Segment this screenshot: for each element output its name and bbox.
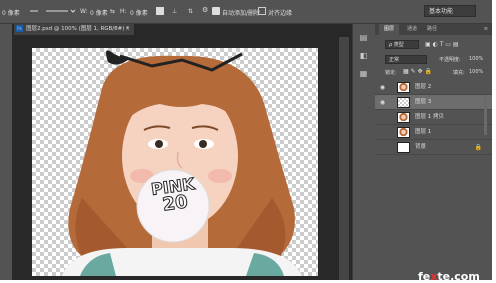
- tab-paths[interactable]: 路径: [427, 24, 437, 35]
- layers-list: ◉ 图层 2 ◉ 图层 3 图层 1 拷贝 图层 1 背景 🔒: [375, 80, 492, 160]
- align-edges-checkbox[interactable]: [258, 7, 266, 15]
- properties-icon[interactable]: ◧: [358, 50, 369, 61]
- layer-name: 图层 2: [415, 84, 432, 90]
- zoom-field[interactable]: 0 像素: [2, 8, 20, 17]
- layer-thumbnail: [397, 142, 410, 153]
- filter-icons[interactable]: ▣ ◐ T ▭ ▤: [425, 41, 459, 48]
- document-tab[interactable]: Ps 图层2.psd @ 100% (图层 1, RGB/8#) * ×: [14, 24, 134, 35]
- w-label: W:: [80, 8, 88, 15]
- path-ops-icon[interactable]: [156, 7, 164, 15]
- ps-file-icon: Ps: [16, 25, 23, 32]
- visibility-eye-icon[interactable]: [378, 128, 387, 137]
- canvas[interactable]: PINK 20: [32, 48, 318, 276]
- visibility-eye-icon[interactable]: ◉: [378, 83, 387, 92]
- kind-filter-dropdown[interactable]: ρ 类型: [385, 40, 419, 49]
- layer-row[interactable]: 背景 🔒: [375, 140, 492, 155]
- layers-panel: 图层 通道 路径 ≡ ρ 类型 ▣ ◐ T ▭ ▤ 正常 不透明度: 100% …: [375, 24, 492, 280]
- link-icon[interactable]: ⇆: [110, 8, 115, 15]
- path-align-icon[interactable]: ⊥: [172, 8, 177, 15]
- width-field[interactable]: 0 像素: [90, 8, 108, 17]
- watermark-suffix: te.com: [437, 270, 480, 283]
- fill-label: 填充:: [453, 70, 465, 76]
- workspace-dropdown[interactable]: 基本功能: [424, 5, 476, 17]
- auto-add-delete-checkbox[interactable]: [212, 7, 220, 15]
- layer-row[interactable]: 图层 1: [375, 125, 492, 140]
- layer-thumbnail: [397, 127, 410, 138]
- options-bar: 0 像素 W: 0 像素 ⇆ H: 0 像素 ⊥ ⇅ ⚙ 自动添加/删除 对齐边…: [0, 0, 492, 24]
- height-field[interactable]: 0 像素: [130, 8, 148, 17]
- watermark-prefix: fe: [418, 270, 431, 283]
- gear-icon[interactable]: ⚙: [202, 6, 208, 14]
- lock-label: 锁定:: [385, 70, 397, 76]
- watermark: fexte.com: [418, 270, 480, 283]
- tab-layers[interactable]: 图层: [379, 24, 400, 35]
- layer-row[interactable]: ◉ 图层 2: [375, 80, 492, 95]
- panel-menu-icon[interactable]: ≡: [484, 24, 488, 35]
- visibility-eye-icon[interactable]: [378, 113, 387, 122]
- layer-row[interactable]: ◉ 图层 3: [375, 95, 492, 110]
- portrait-artwork: [62, 50, 302, 276]
- vertical-scrollbar[interactable]: [339, 37, 349, 280]
- lock-row: 锁定: ▦ ✎ ✥ 🔒 填充: 100%: [375, 67, 492, 79]
- panel-icon-strip: ▤ ◧ ▦: [352, 24, 375, 280]
- path-arrange-icon[interactable]: ⇅: [188, 8, 193, 15]
- layer-name: 背景: [415, 144, 427, 150]
- document-tab-title: 图层2.psd @ 100% (图层 1, RGB/8#) *: [26, 26, 129, 32]
- lock-icon: 🔒: [474, 144, 482, 151]
- layer-name: 图层 1: [415, 129, 432, 135]
- visibility-eye-icon[interactable]: ◉: [378, 98, 387, 107]
- toolbar-strip: [0, 24, 12, 280]
- blend-mode-dropdown[interactable]: 正常: [385, 55, 427, 64]
- opacity-label: 不透明度:: [439, 57, 461, 63]
- tab-channels[interactable]: 通道: [407, 24, 417, 35]
- visibility-eye-icon[interactable]: [378, 143, 387, 152]
- panel-scrollbar[interactable]: [484, 95, 487, 135]
- stroke-style-icon[interactable]: [46, 7, 76, 15]
- lock-icons[interactable]: ▦ ✎ ✥ 🔒: [403, 68, 432, 75]
- panel-tabs: 图层 通道 路径 ≡: [375, 24, 492, 35]
- align-edges-label: 对齐边缘: [268, 10, 293, 17]
- blend-row: 正常 不透明度: 100%: [375, 54, 492, 66]
- layer-thumbnail: [397, 97, 410, 108]
- adjustments-icon[interactable]: ▦: [358, 68, 369, 79]
- layer-thumbnail: [397, 112, 410, 123]
- layer-thumbnail: [397, 82, 410, 93]
- fill-value[interactable]: 100%: [469, 69, 483, 75]
- layer-row[interactable]: 图层 1 拷贝: [375, 110, 492, 125]
- h-label: H:: [120, 8, 127, 15]
- filter-row: ρ 类型 ▣ ◐ T ▭ ▤: [375, 39, 492, 51]
- photoshop-window: 0 像素 W: 0 像素 ⇆ H: 0 像素 ⊥ ⇅ ⚙ 自动添加/删除 对齐边…: [0, 0, 492, 280]
- layer-name: 图层 3: [415, 99, 432, 105]
- close-icon[interactable]: ×: [125, 24, 130, 35]
- history-icon[interactable]: ▤: [358, 32, 369, 43]
- opacity-value[interactable]: 100%: [469, 56, 483, 62]
- layer-name: 图层 1 拷贝: [415, 114, 444, 120]
- auto-add-delete-label: 自动添加/删除: [222, 10, 261, 17]
- workspace-label: 基本功能: [429, 8, 454, 15]
- stroke-width-icon[interactable]: [30, 7, 38, 15]
